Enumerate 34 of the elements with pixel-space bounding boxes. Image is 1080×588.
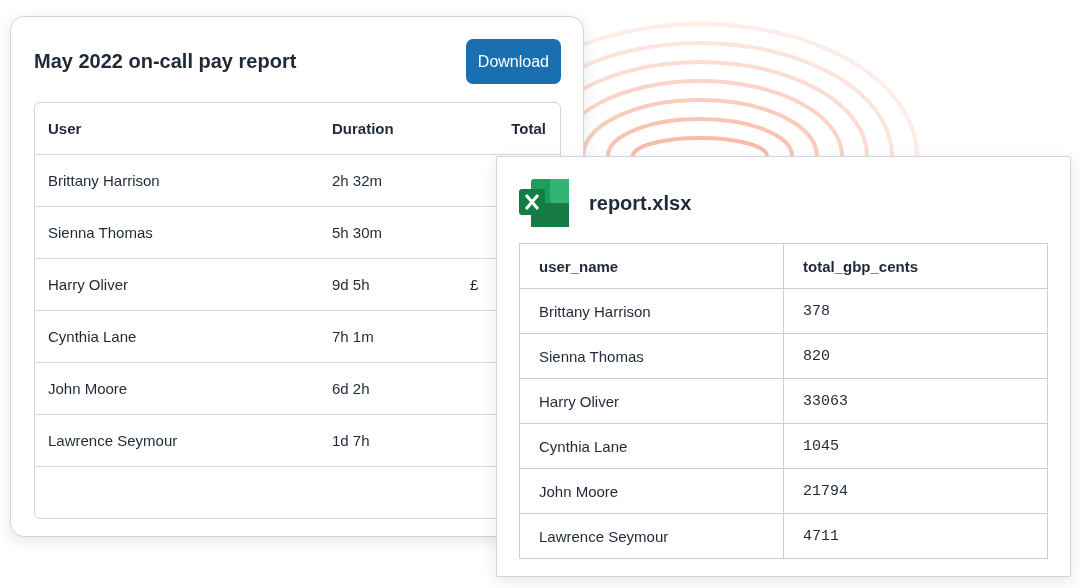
table-cell-text: Sienna Thomas (48, 224, 154, 241)
column-header: Duration (332, 120, 395, 137)
column-header: total_gbp_cents (783, 244, 1047, 288)
table-cell-text: 1d 7h (332, 432, 371, 449)
column-header: User (48, 120, 83, 137)
table-cell-text: John Moore (48, 380, 129, 397)
table-cell: 378 (783, 289, 1047, 333)
column-header: user_name (538, 256, 620, 277)
table-cell-text: Brittany Harrison (538, 301, 652, 322)
file-name: report.xlsx (589, 191, 692, 215)
table-cell-text: 6d 2h (332, 380, 371, 397)
table-cell-text: £ (470, 276, 480, 293)
table-cell-text: Cynthia Lane (538, 436, 629, 457)
table-cell-text: 9d 5h (332, 276, 371, 293)
table-cell-text: 5h 30m (332, 224, 384, 241)
table-cell-text: 7h 1m (332, 328, 375, 345)
table-cell-text: Sienna Thomas (538, 346, 645, 367)
table-cell: 820 (783, 334, 1047, 378)
table-cell: 21794 (783, 469, 1047, 513)
table-cell-text: Lawrence Seymour (538, 526, 670, 547)
table-cell: 1045 (783, 424, 1047, 468)
column-header: Total (510, 120, 546, 137)
table-cell-text: Harry Oliver (538, 391, 620, 412)
table-cell-text: Cynthia Lane (48, 328, 138, 345)
table-cell-text: John Moore (538, 481, 620, 502)
download-button[interactable]: Download (465, 39, 561, 84)
report-title: May 2022 on-call pay report (34, 50, 297, 73)
table-cell-text: 2h 32m (332, 172, 384, 189)
table-cell-text: Lawrence Seymour (48, 432, 179, 449)
table-cell-text: Brittany Harrison (48, 172, 161, 189)
spreadsheet-icon (519, 179, 571, 227)
table-cell: 33063 (783, 379, 1047, 423)
table-cell: 4711 (783, 514, 1047, 558)
table-cell-text: Harry Oliver (48, 276, 129, 293)
